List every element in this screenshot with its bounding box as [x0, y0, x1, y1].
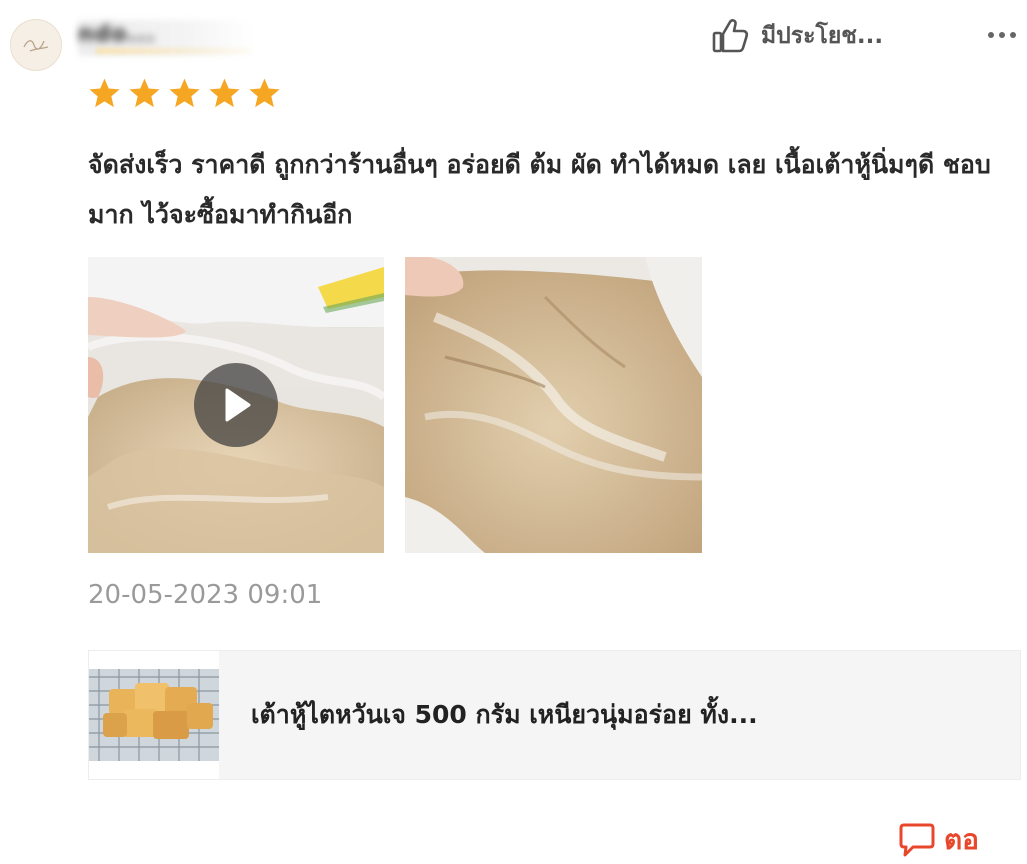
- avatar[interactable]: [10, 19, 62, 71]
- star-icon: [249, 78, 280, 108]
- product-title: เต้าหู้ไตหวันเจ 500 กรัม เหนียวนุ่มอร่อย…: [251, 700, 758, 729]
- star-icon: [89, 78, 120, 108]
- review-text: จัดส่งเร็ว ราคาดี ถูกกว่าร้านอื่นๆ อร่อย…: [88, 150, 991, 229]
- reply-label: ตอ: [944, 823, 979, 856]
- more-options-button[interactable]: [982, 18, 1022, 52]
- chat-bubble-icon: [899, 823, 935, 857]
- star-icon: [129, 78, 160, 108]
- thumbs-up-icon: [712, 19, 749, 53]
- play-icon: [225, 388, 251, 422]
- review-video-thumbnail[interactable]: [88, 257, 384, 553]
- review-timestamp: 20-05-2023 09:01: [88, 580, 323, 610]
- helpful-label: มีประโยช...: [761, 23, 884, 49]
- star-icon: [209, 78, 240, 108]
- helpful-button[interactable]: มีประโยช...: [711, 14, 883, 58]
- product-image: [89, 651, 219, 779]
- avatar-signature-icon: [23, 40, 49, 52]
- review-photo: [405, 257, 702, 553]
- product-card[interactable]: เต้าหู้ไตหวันเจ 500 กรัม เหนียวนุ่มอร่อย…: [88, 650, 1021, 780]
- star-icon: [169, 78, 200, 108]
- more-dots-icon: [988, 32, 1016, 38]
- review-photo-thumbnail[interactable]: [405, 257, 702, 553]
- play-button[interactable]: [194, 363, 278, 447]
- username-underline: [96, 48, 251, 54]
- star-rating: [87, 76, 282, 111]
- product-thumbnail: [89, 651, 219, 779]
- reply-button[interactable]: ตอ: [898, 818, 979, 862]
